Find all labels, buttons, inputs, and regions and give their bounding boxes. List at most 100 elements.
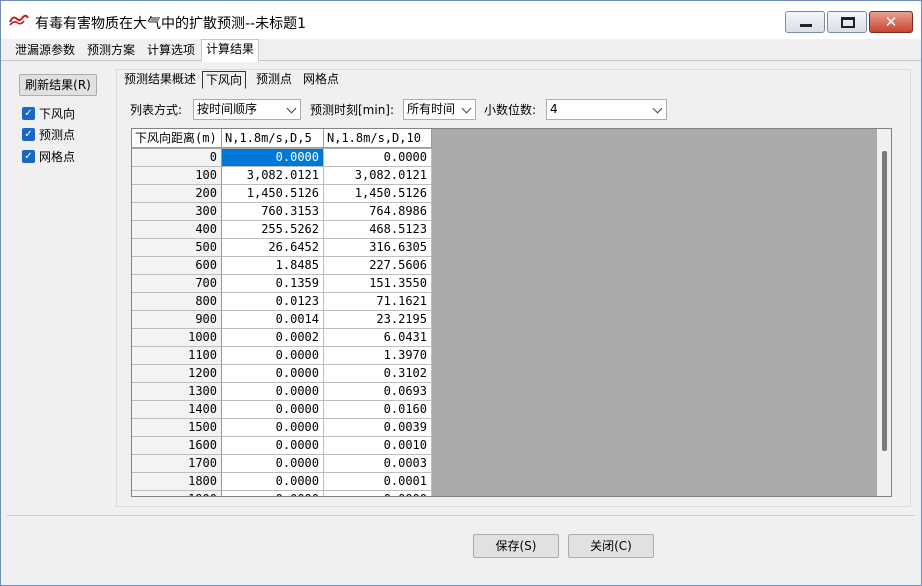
row-header-cell[interactable]: 1100 bbox=[132, 347, 222, 365]
tab-leak-source-params[interactable]: 泄漏源参数 bbox=[11, 41, 79, 61]
row-header-cell[interactable]: 1400 bbox=[132, 401, 222, 419]
table-cell[interactable]: 0.0014 bbox=[222, 311, 324, 329]
table-cell[interactable]: 0.0000 bbox=[222, 455, 324, 473]
table-cell[interactable]: 0.1359 bbox=[222, 275, 324, 293]
row-header-cell[interactable]: 100 bbox=[132, 167, 222, 185]
row-header-cell[interactable]: 0 bbox=[132, 149, 222, 167]
app-logo-icon bbox=[9, 14, 29, 26]
table-cell[interactable]: 0.0000 bbox=[222, 473, 324, 491]
row-header-cell[interactable]: 400 bbox=[132, 221, 222, 239]
table-cell[interactable]: 0.0000 bbox=[222, 491, 324, 496]
row-header-cell[interactable]: 1500 bbox=[132, 419, 222, 437]
table-cell[interactable]: 0.0003 bbox=[324, 455, 432, 473]
table-cell[interactable]: 1,450.5126 bbox=[324, 185, 432, 203]
maximize-button[interactable] bbox=[827, 11, 867, 33]
row-header-cell[interactable]: 1900 bbox=[132, 491, 222, 496]
footer-divider bbox=[7, 515, 915, 516]
chevron-down-icon bbox=[652, 103, 663, 114]
results-grid[interactable]: 下风向距离(m) N,1.8m/s,D,5 N,1.8m/s,D,10 0 0.0… bbox=[131, 128, 892, 497]
table-cell[interactable]: 316.6305 bbox=[324, 239, 432, 257]
table-cell[interactable]: 0.0000 bbox=[222, 365, 324, 383]
table-cell[interactable]: 26.6452 bbox=[222, 239, 324, 257]
column-header[interactable]: 下风向距离(m) bbox=[132, 129, 222, 148]
vertical-scrollbar[interactable] bbox=[877, 129, 891, 496]
table-cell[interactable]: 0.0002 bbox=[222, 329, 324, 347]
row-header-cell[interactable]: 1700 bbox=[132, 455, 222, 473]
row-header-cell[interactable]: 1800 bbox=[132, 473, 222, 491]
table-cell[interactable]: 3,082.0121 bbox=[222, 167, 324, 185]
minimize-button[interactable] bbox=[785, 11, 825, 33]
chevron-down-icon bbox=[286, 103, 297, 114]
tab-prediction-plan[interactable]: 预测方案 bbox=[83, 41, 139, 61]
table-cell[interactable]: 0.0000 bbox=[222, 437, 324, 455]
refresh-results-button[interactable]: 刷新结果(R) bbox=[19, 74, 97, 96]
row-header-cell[interactable]: 300 bbox=[132, 203, 222, 221]
decimals-value: 4 bbox=[550, 102, 558, 116]
row-header-cell[interactable]: 700 bbox=[132, 275, 222, 293]
table-cell[interactable]: 1,450.5126 bbox=[222, 185, 324, 203]
table-cell[interactable]: 0.0000 bbox=[222, 149, 324, 167]
table-cell[interactable]: 0.0000 bbox=[222, 347, 324, 365]
save-button[interactable]: 保存(S) bbox=[473, 534, 559, 558]
close-button[interactable]: 关闭(C) bbox=[568, 534, 654, 558]
subtab-downwind[interactable]: 下风向 bbox=[202, 71, 247, 89]
checkmark-icon: ✓ bbox=[22, 107, 35, 120]
row-header-cell[interactable]: 1000 bbox=[132, 329, 222, 347]
table-cell[interactable]: 0.0000 bbox=[222, 401, 324, 419]
table-cell[interactable]: 0.0000 bbox=[222, 419, 324, 437]
row-header-cell[interactable]: 200 bbox=[132, 185, 222, 203]
scrollbar-thumb[interactable] bbox=[882, 151, 887, 451]
maximize-icon bbox=[841, 17, 855, 28]
checkmark-icon: ✓ bbox=[22, 150, 35, 163]
checkbox-label: 网格点 bbox=[39, 150, 76, 164]
table-cell[interactable]: 0.0693 bbox=[324, 383, 432, 401]
table-cell[interactable]: 0.0001 bbox=[324, 473, 432, 491]
column-header[interactable]: N,1.8m/s,D,10 bbox=[324, 129, 432, 148]
table-cell[interactable]: 0.0039 bbox=[324, 419, 432, 437]
subtab-grid-point[interactable]: 网格点 bbox=[300, 71, 342, 89]
list-mode-label: 列表方式: bbox=[130, 103, 183, 117]
row-header-cell[interactable]: 800 bbox=[132, 293, 222, 311]
list-mode-select[interactable]: 按时间顺序 bbox=[193, 99, 301, 120]
row-header-cell[interactable]: 600 bbox=[132, 257, 222, 275]
row-header-cell[interactable]: 1600 bbox=[132, 437, 222, 455]
table-cell[interactable]: 3,082.0121 bbox=[324, 167, 432, 185]
table-cell[interactable]: 0.0000 bbox=[222, 383, 324, 401]
tab-calc-results[interactable]: 计算结果 bbox=[201, 39, 260, 62]
time-label: 预测时刻[min]: bbox=[310, 103, 395, 117]
title-bar: 有毒有害物质在大气中的扩散预测--未标题1 ✕ bbox=[1, 1, 921, 39]
column-header[interactable]: N,1.8m/s,D,5 bbox=[222, 129, 324, 148]
table-cell[interactable]: 0.0010 bbox=[324, 437, 432, 455]
checkbox-label: 下风向 bbox=[39, 107, 76, 121]
close-window-button[interactable]: ✕ bbox=[869, 11, 913, 33]
checkbox-label: 预测点 bbox=[39, 128, 76, 142]
row-header-cell[interactable]: 1300 bbox=[132, 383, 222, 401]
table-cell[interactable]: 760.3153 bbox=[222, 203, 324, 221]
row-header-cell[interactable]: 1200 bbox=[132, 365, 222, 383]
table-cell[interactable]: 1.3970 bbox=[324, 347, 432, 365]
table-cell[interactable]: 0.0160 bbox=[324, 401, 432, 419]
subtab-result-overview[interactable]: 预测结果概述 bbox=[121, 71, 199, 89]
chevron-down-icon bbox=[461, 103, 472, 114]
table-cell[interactable]: 468.5123 bbox=[324, 221, 432, 239]
table-cell[interactable]: 0.3102 bbox=[324, 365, 432, 383]
table-cell[interactable]: 764.8986 bbox=[324, 203, 432, 221]
decimals-select[interactable]: 4 bbox=[546, 99, 667, 120]
subtab-prediction-point[interactable]: 预测点 bbox=[253, 71, 295, 89]
table-cell[interactable]: 0.0000 bbox=[324, 149, 432, 167]
table-cell[interactable]: 71.1621 bbox=[324, 293, 432, 311]
table-cell[interactable]: 6.0431 bbox=[324, 329, 432, 347]
list-mode-value: 按时间顺序 bbox=[197, 102, 258, 116]
tab-calc-options[interactable]: 计算选项 bbox=[143, 41, 199, 61]
table-cell[interactable]: 0.0000 bbox=[324, 491, 432, 496]
close-icon: ✕ bbox=[884, 13, 898, 31]
row-header-cell[interactable]: 900 bbox=[132, 311, 222, 329]
time-select[interactable]: 所有时间 bbox=[403, 99, 476, 120]
table-cell[interactable]: 227.5606 bbox=[324, 257, 432, 275]
table-cell[interactable]: 151.3550 bbox=[324, 275, 432, 293]
table-cell[interactable]: 1.8485 bbox=[222, 257, 324, 275]
row-header-cell[interactable]: 500 bbox=[132, 239, 222, 257]
table-cell[interactable]: 0.0123 bbox=[222, 293, 324, 311]
table-cell[interactable]: 23.2195 bbox=[324, 311, 432, 329]
table-cell[interactable]: 255.5262 bbox=[222, 221, 324, 239]
